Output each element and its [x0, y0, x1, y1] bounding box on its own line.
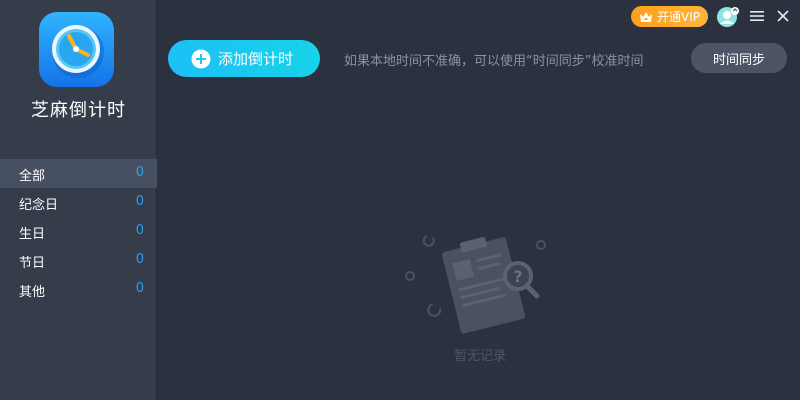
- app-logo-clock-icon: [39, 12, 114, 87]
- menu-icon[interactable]: [749, 9, 765, 23]
- category-label: 其他: [19, 285, 46, 300]
- empty-state-text: 暂无记录: [453, 349, 506, 364]
- empty-clipboard-icon: ?: [405, 235, 546, 334]
- open-vip-button[interactable]: 开通VIP: [631, 6, 708, 27]
- add-countdown-label: 添加倒计时: [218, 50, 294, 68]
- avatar-icon[interactable]: [717, 6, 739, 28]
- close-icon[interactable]: [776, 9, 790, 23]
- category-item-all[interactable]: 全部 0: [0, 159, 157, 188]
- category-count: 0: [135, 165, 144, 180]
- sidebar: 芝麻倒计时 全部 0 纪念日 0 生日 0 节日 0 其他 0: [0, 0, 157, 400]
- plus-circle-icon: [191, 49, 211, 68]
- category-item-other[interactable]: 其他 0: [0, 275, 157, 304]
- category-list: 全部 0 纪念日 0 生日 0 节日 0 其他 0: [0, 159, 157, 304]
- time-sync-label: 时间同步: [712, 52, 765, 68]
- category-label: 纪念日: [19, 198, 59, 213]
- vip-label: 开通VIP: [657, 10, 700, 24]
- category-item-holiday[interactable]: 节日 0: [0, 246, 157, 275]
- time-sync-hint: 如果本地时间不准确，可以使用“时间同步”校准时间: [344, 54, 644, 69]
- category-count: 0: [135, 281, 144, 296]
- category-count: 0: [135, 252, 144, 267]
- category-item-birthday[interactable]: 生日 0: [0, 217, 157, 246]
- category-label: 生日: [19, 227, 46, 242]
- category-label: 全部: [19, 169, 46, 184]
- category-item-anniversary[interactable]: 纪念日 0: [0, 188, 157, 217]
- svg-text:?: ?: [513, 267, 522, 286]
- add-countdown-button[interactable]: 添加倒计时: [168, 40, 320, 77]
- time-sync-button[interactable]: 时间同步: [691, 43, 787, 73]
- app-name: 芝麻倒计时: [31, 100, 126, 121]
- crown-icon: [640, 11, 652, 22]
- category-label: 节日: [19, 256, 46, 271]
- category-count: 0: [135, 194, 144, 209]
- category-count: 0: [135, 223, 144, 238]
